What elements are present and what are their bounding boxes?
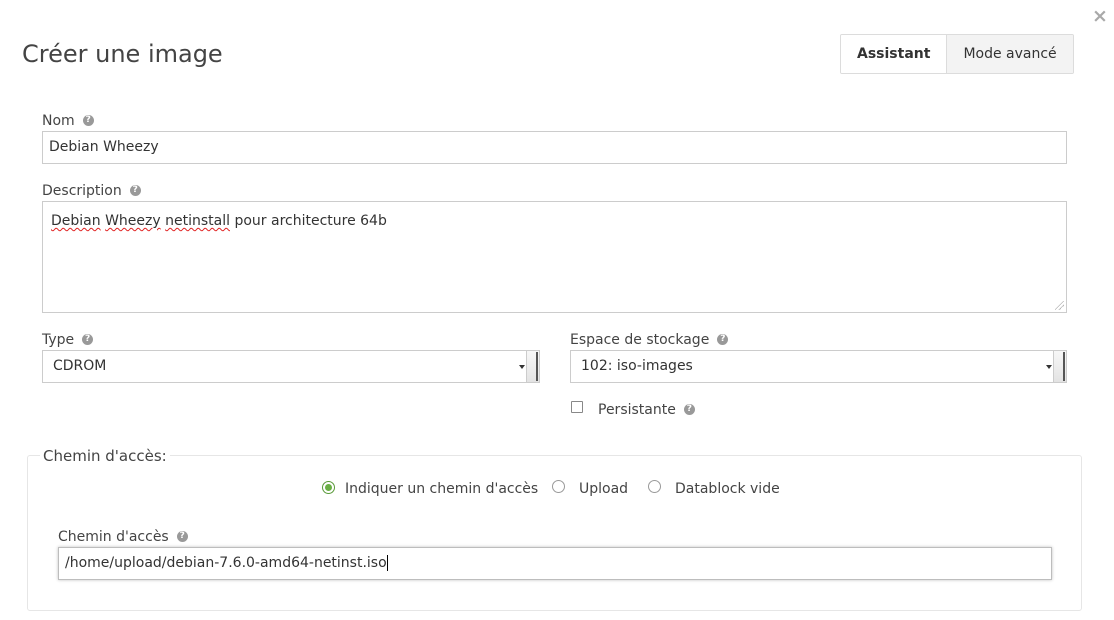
- mode-switch: Assistant Mode avancé: [840, 34, 1074, 74]
- chevron-down-icon: [519, 351, 539, 382]
- name-input[interactable]: Debian Wheezy: [42, 131, 1067, 164]
- datastore-select[interactable]: 102: iso-images: [570, 350, 1067, 383]
- radio-upload-label[interactable]: Upload: [579, 480, 628, 498]
- close-icon[interactable]: ×: [1092, 6, 1108, 26]
- type-select[interactable]: CDROM: [42, 350, 540, 383]
- path-fieldset-legend: Chemin d'accès:: [40, 446, 170, 466]
- chevron-down-icon: [1046, 351, 1066, 382]
- persistent-label: Persistante?: [598, 401, 695, 419]
- radio-path[interactable]: [322, 481, 335, 494]
- datastore-label: Espace de stockage?: [570, 331, 729, 349]
- text-caret: [386, 555, 388, 571]
- type-label: Type?: [42, 331, 94, 349]
- assistant-mode-button[interactable]: Assistant: [841, 35, 947, 73]
- help-icon[interactable]: ?: [717, 333, 729, 345]
- path-input[interactable]: /home/upload/debian-7.6.0-amd64-netinst.…: [58, 547, 1052, 580]
- name-label: Nom?: [42, 112, 94, 130]
- description-label: Description?: [42, 182, 141, 200]
- help-icon[interactable]: ?: [82, 114, 94, 126]
- help-icon[interactable]: ?: [129, 184, 141, 196]
- radio-upload[interactable]: [552, 480, 565, 493]
- dialog-title: Créer une image: [22, 40, 223, 68]
- resize-handle-icon[interactable]: [1055, 301, 1064, 310]
- advanced-mode-button[interactable]: Mode avancé: [946, 35, 1073, 73]
- radio-datablock-label[interactable]: Datablock vide: [675, 480, 780, 498]
- help-icon[interactable]: ?: [82, 333, 94, 345]
- help-icon[interactable]: ?: [176, 530, 188, 542]
- path-label: Chemin d'accès?: [58, 528, 188, 546]
- radio-path-label[interactable]: Indiquer un chemin d'accès: [345, 480, 538, 498]
- radio-datablock[interactable]: [648, 480, 661, 493]
- help-icon[interactable]: ?: [683, 403, 695, 415]
- description-textarea[interactable]: Debian Wheezy netinstall pour architectu…: [42, 201, 1067, 313]
- persistent-checkbox[interactable]: [571, 401, 583, 413]
